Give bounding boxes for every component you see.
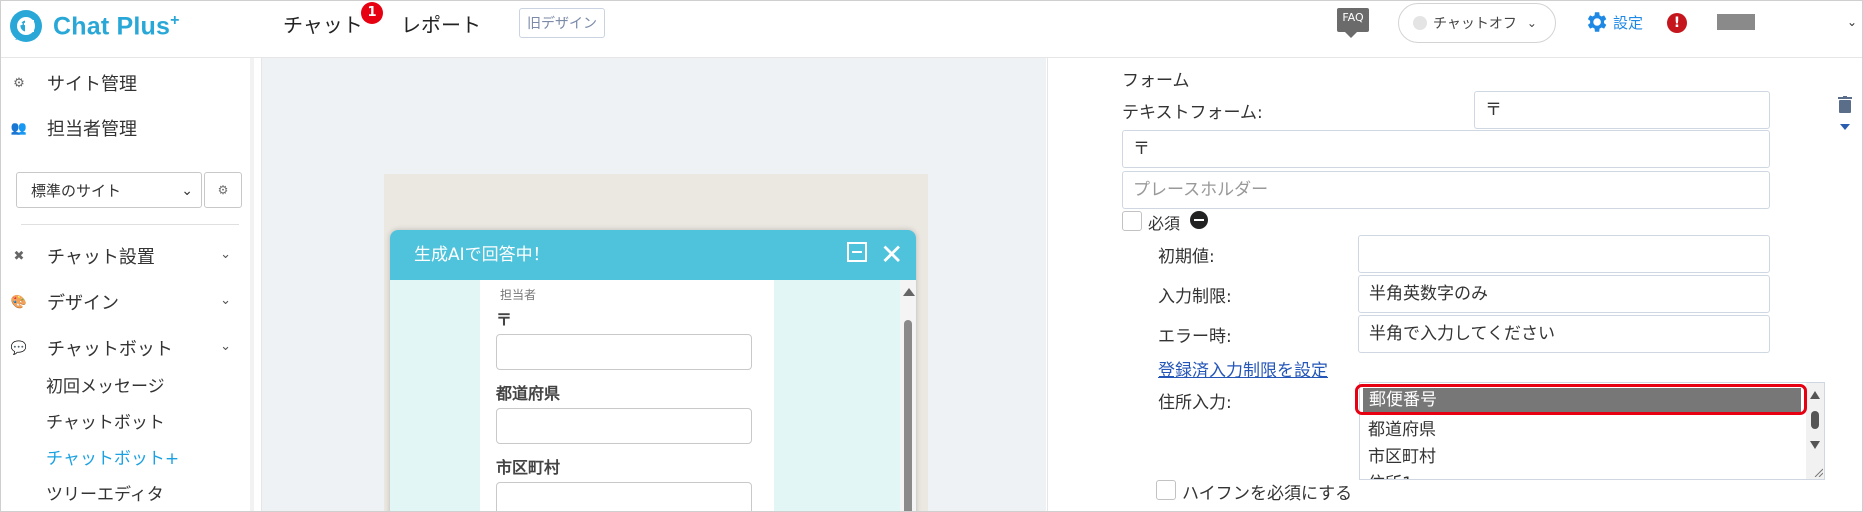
hyphen-required-checkbox[interactable]: [1156, 480, 1176, 500]
chevron-down-icon[interactable]: [1840, 124, 1850, 130]
avatar[interactable]: [1717, 14, 1755, 30]
nav-chat[interactable]: チャット: [283, 9, 363, 38]
site-select[interactable]: 標準のサイト ⌄: [16, 172, 202, 208]
scroll-down-icon[interactable]: [1810, 441, 1820, 449]
status-dot-icon: [1413, 16, 1427, 30]
chat-preview-area: 生成AIで回答中！ ✕ 担当者 〒 都道府県 市区町村: [262, 58, 1046, 511]
required-label: 必須: [1148, 214, 1181, 233]
address-type-listbox[interactable]: 郵便番号 都道府県 市区町村 住所1: [1359, 382, 1825, 480]
form-section-title: フォーム: [1122, 71, 1190, 91]
city-input[interactable]: [496, 482, 752, 511]
error-message-input[interactable]: 半角で入力してください: [1358, 315, 1770, 353]
label-input[interactable]: 〒: [1122, 130, 1770, 168]
prefecture-field-label: 都道府県: [496, 384, 561, 403]
scroll-thumb[interactable]: [904, 320, 912, 511]
chat-widget-title: 生成AIで回答中！: [414, 245, 550, 265]
close-icon[interactable]: ✕: [880, 230, 903, 280]
sidebar-subitem-first-message[interactable]: 初回メッセージ: [46, 372, 165, 397]
sidebar-divider: [21, 224, 239, 225]
list-option-address1[interactable]: 住所1: [1368, 469, 1413, 479]
site-select-value: 標準のサイト: [31, 182, 122, 200]
form-card: 担当者 〒 都道府県 市区町村: [480, 280, 774, 511]
input-limit-label: 入力制限:: [1158, 287, 1232, 307]
nav-report[interactable]: レポート: [401, 9, 481, 38]
prefecture-input[interactable]: [496, 408, 752, 444]
sidebar-subitem-chatbot[interactable]: チャットボット: [46, 408, 165, 433]
sidebar-subitem-tree-editor[interactable]: ツリーエディタ: [46, 480, 164, 505]
sidebar-item-site-management[interactable]: ⚙ サイト管理: [1, 66, 251, 100]
sidebar-item-label: 担当者管理: [47, 119, 137, 140]
sidebar-item-chat-setup[interactable]: ✖ チャット設置 ⌄: [1, 239, 251, 273]
minimize-icon[interactable]: [847, 242, 867, 262]
gears-icon: ⚙: [13, 75, 25, 91]
sidebar-item-label: チャット設置: [47, 247, 155, 268]
logo-text: Chat Plus+: [53, 12, 180, 41]
faq-icon[interactable]: FAQ: [1337, 8, 1369, 38]
chat-widget-preview: 生成AIで回答中！ ✕ 担当者 〒 都道府県 市区町村: [390, 230, 916, 511]
scroll-up-icon[interactable]: [1810, 391, 1820, 399]
initial-value-label: 初期値:: [1158, 247, 1215, 267]
address-input-label: 住所入力:: [1158, 393, 1232, 413]
resize-grip-icon[interactable]: [1813, 467, 1823, 477]
city-field-label: 市区町村: [496, 458, 561, 477]
required-checkbox[interactable]: [1122, 211, 1142, 231]
postal-field-label: 〒: [496, 310, 513, 329]
chevron-down-icon: ⌄: [220, 339, 231, 354]
gears-icon: ⚙: [217, 183, 229, 197]
list-option-postal-code[interactable]: 郵便番号: [1363, 388, 1801, 412]
registered-limit-link[interactable]: 登録済入力制限を設定: [1158, 356, 1328, 381]
chevron-down-icon: ⌄: [181, 183, 193, 199]
text-form-name-input[interactable]: 〒: [1474, 91, 1770, 129]
postal-input[interactable]: [496, 334, 752, 370]
initial-value-input[interactable]: [1358, 235, 1770, 273]
chat-widget-body: 担当者 〒 都道府県 市区町村: [390, 280, 916, 511]
sidebar-item-label: サイト管理: [47, 74, 137, 95]
scroll-up-icon[interactable]: [903, 288, 915, 296]
site-settings-button[interactable]: ⚙: [204, 172, 242, 208]
chevron-down-icon: ⌄: [220, 247, 231, 262]
logo[interactable]: Chat Plus+: [7, 7, 180, 47]
hyphen-required-label: ハイフンを必須にする: [1182, 484, 1353, 504]
trash-icon[interactable]: [1838, 96, 1852, 113]
gear-icon: [1587, 12, 1607, 32]
sidebar-subitem-chatbot-plus[interactable]: チャットボット+: [46, 444, 179, 469]
scroll-thumb[interactable]: [1811, 411, 1819, 429]
list-option-city[interactable]: 市区町村: [1368, 442, 1436, 467]
list-option-prefecture[interactable]: 都道府県: [1368, 415, 1436, 440]
chat-status-select[interactable]: チャットオフ ⌄: [1398, 3, 1556, 43]
operator-label: 担当者: [500, 288, 537, 302]
settings-label: 設定: [1613, 13, 1644, 32]
settings-button[interactable]: 設定: [1583, 9, 1643, 35]
sidebar-item-operator-management[interactable]: 👥 担当者管理: [1, 111, 251, 145]
chevron-down-icon: ⌄: [1526, 16, 1537, 30]
sidebar-scrollbar[interactable]: [250, 58, 254, 511]
tools-icon: ✖: [13, 248, 25, 264]
chat-notification-badge: 1: [361, 2, 383, 24]
users-icon: 👥: [10, 120, 28, 136]
sidebar-item-label: チャットボット: [47, 339, 173, 360]
chat-plus-logo-icon: [10, 10, 42, 42]
minus-circle-icon[interactable]: [1190, 211, 1208, 229]
sidebar-item-label: デザイン: [47, 293, 119, 314]
error-label: エラー時:: [1158, 327, 1232, 347]
old-design-button[interactable]: 旧デザイン: [519, 8, 605, 38]
chat-scrollbar[interactable]: [900, 280, 916, 511]
alert-icon[interactable]: !: [1667, 13, 1687, 33]
listbox-scrollbar[interactable]: [1806, 383, 1824, 479]
placeholder-input[interactable]: プレースホルダー: [1122, 171, 1770, 209]
sidebar: ⚙ サイト管理 👥 担当者管理 標準のサイト ⌄ ⚙ ✖ チャット設置 ⌄ 🎨 …: [1, 58, 262, 511]
sidebar-item-chatbot[interactable]: 💬 チャットボット ⌄: [1, 331, 251, 365]
chat-status-label: チャットオフ: [1433, 16, 1517, 32]
text-form-label: テキストフォーム:: [1122, 103, 1263, 123]
top-header: Chat Plus+ チャット 1 レポート 旧デザイン FAQ チャットオフ …: [1, 1, 1862, 58]
sidebar-item-design[interactable]: 🎨 デザイン ⌄: [1, 285, 251, 319]
input-limit-field[interactable]: 半角英数字のみ: [1358, 275, 1770, 313]
chevron-down-icon[interactable]: ⌄: [1847, 15, 1857, 29]
chat-bubbles-icon: 💬: [10, 340, 28, 356]
app-frame: Chat Plus+ チャット 1 レポート 旧デザイン FAQ チャットオフ …: [0, 0, 1863, 512]
chevron-down-icon: ⌄: [220, 293, 231, 308]
chat-widget-header: 生成AIで回答中！ ✕: [390, 230, 916, 280]
palette-icon: 🎨: [10, 294, 28, 310]
